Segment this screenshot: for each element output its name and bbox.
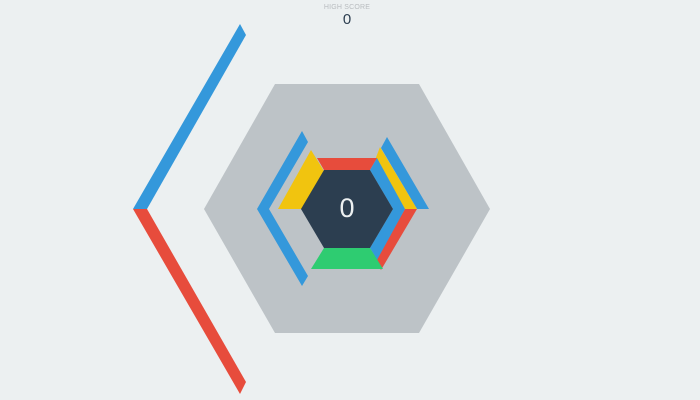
- high-score-value: 0: [342, 11, 352, 28]
- center-ring-segment-top: [317, 158, 377, 170]
- game-stage[interactable]: HIGH SCORE 0 0: [0, 0, 700, 400]
- current-score: 0: [339, 193, 355, 223]
- high-score-panel: HIGH SCORE 0: [297, 4, 397, 28]
